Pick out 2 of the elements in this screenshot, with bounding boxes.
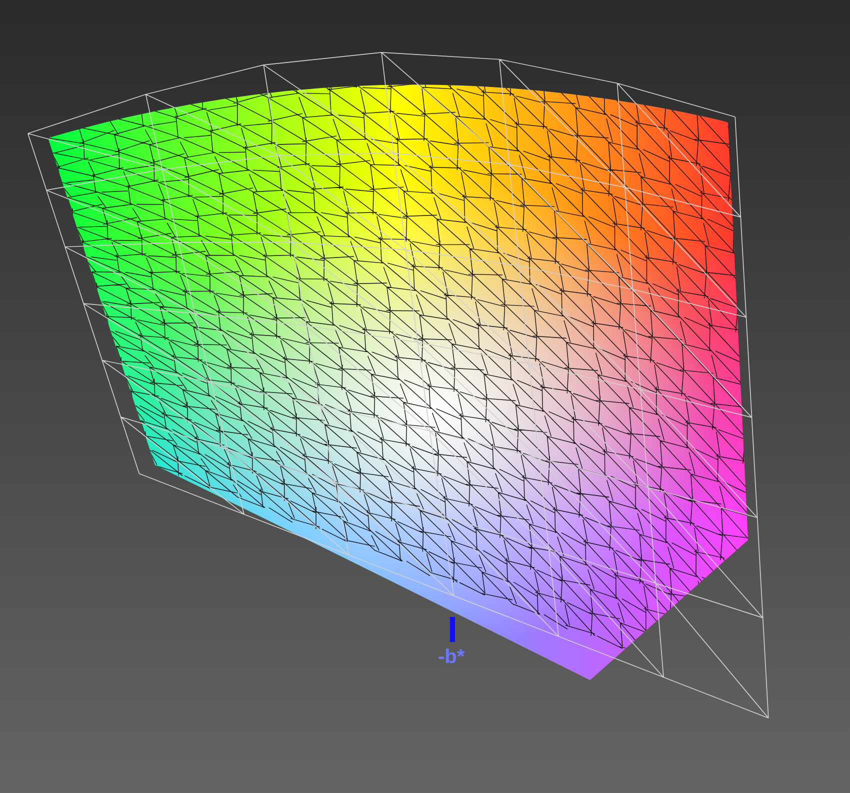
axis-tick xyxy=(450,617,455,642)
axis-label: -b* xyxy=(438,646,465,669)
